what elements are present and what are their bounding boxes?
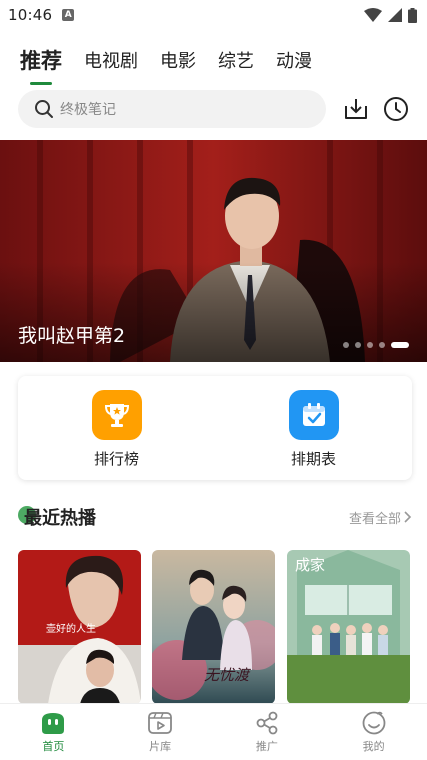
wifi-icon [364,8,382,22]
signal-icon [388,8,402,22]
hero-banner[interactable]: 我叫赵甲第2 [0,140,427,362]
nav-profile[interactable]: 我的 [320,704,427,760]
poster-image: 无忧渡 [152,550,275,704]
poster-title-text: 壶好的人生 [46,622,96,635]
nav-label: 我的 [362,740,385,753]
nav-label: 片库 [149,740,172,753]
clock-icon [384,97,408,121]
chevron-right-icon [404,511,412,523]
poster-image: 成家 [287,550,410,704]
poster-card[interactable]: 成家 [287,550,410,704]
status-bar: 10:46 A [0,0,427,30]
trophy-icon [91,390,142,440]
nav-label: 推广 [255,740,278,753]
tab-label: 电视剧 [84,51,138,72]
tab-label: 动漫 [276,51,312,72]
search-icon [35,100,53,118]
view-all-label: 查看全部 [348,511,401,527]
carousel-dot[interactable] [367,342,373,348]
carousel-indicator [343,342,409,348]
carousel-dot[interactable] [379,342,385,348]
poster-title-text: 成家 [295,556,325,574]
tab-tv-series[interactable]: 电视剧 [84,47,138,73]
section-title: 最近热播 [24,508,96,529]
tab-recommend[interactable]: 推荐 [20,45,62,85]
schedule-button[interactable]: 排期表 [215,376,412,480]
tab-label: 综艺 [218,51,254,72]
search-input[interactable]: 终极笔记 [18,90,326,128]
tab-anime[interactable]: 动漫 [276,47,312,73]
poster-card[interactable]: 无忧渡 [152,550,275,704]
active-tab-indicator [30,82,52,85]
history-button[interactable] [382,95,410,123]
poster-card[interactable]: 壶好的人生 [18,550,141,704]
nav-label: 首页 [42,740,65,753]
poster-image: 壶好的人生 [18,550,141,704]
category-tabs: 推荐 电视剧 电影 综艺 动漫 [0,40,427,85]
quick-links-card: 排行榜 排期表 [18,376,412,480]
tab-variety[interactable]: 综艺 [218,47,254,73]
poster-title-text: 无忧渡 [204,666,252,684]
banner-title: 我叫赵甲第2 [18,325,126,347]
calendar-icon [288,390,339,440]
nav-promote[interactable]: 推广 [214,704,321,760]
carousel-dot[interactable] [343,342,349,348]
carousel-dot-active[interactable] [391,342,409,348]
tab-label: 电影 [160,51,196,72]
status-icons [364,7,417,23]
search-placeholder: 终极笔记 [60,102,116,118]
profile-icon [362,711,386,735]
recent-section-header: 最近热播 查看全部 [18,502,412,532]
notification-a-icon: A [62,9,75,21]
nav-home[interactable]: 首页 [0,704,107,760]
home-icon [42,713,65,734]
ranking-label: 排行榜 [93,450,139,468]
bottom-navigation: 首页 片库 推广 我的 [0,703,427,760]
nav-library[interactable]: 片库 [107,704,214,760]
tab-movie[interactable]: 电影 [160,47,196,73]
ranking-button[interactable]: 排行榜 [18,376,215,480]
video-library-icon [148,712,173,734]
download-icon [345,99,367,119]
view-all-link[interactable]: 查看全部 [349,508,412,527]
download-button[interactable] [342,95,370,123]
tab-label: 推荐 [20,49,62,73]
battery-icon [408,7,417,23]
schedule-label: 排期表 [290,450,336,468]
carousel-dot[interactable] [355,342,361,348]
status-time: 10:46 [8,6,53,24]
share-icon [256,711,278,735]
